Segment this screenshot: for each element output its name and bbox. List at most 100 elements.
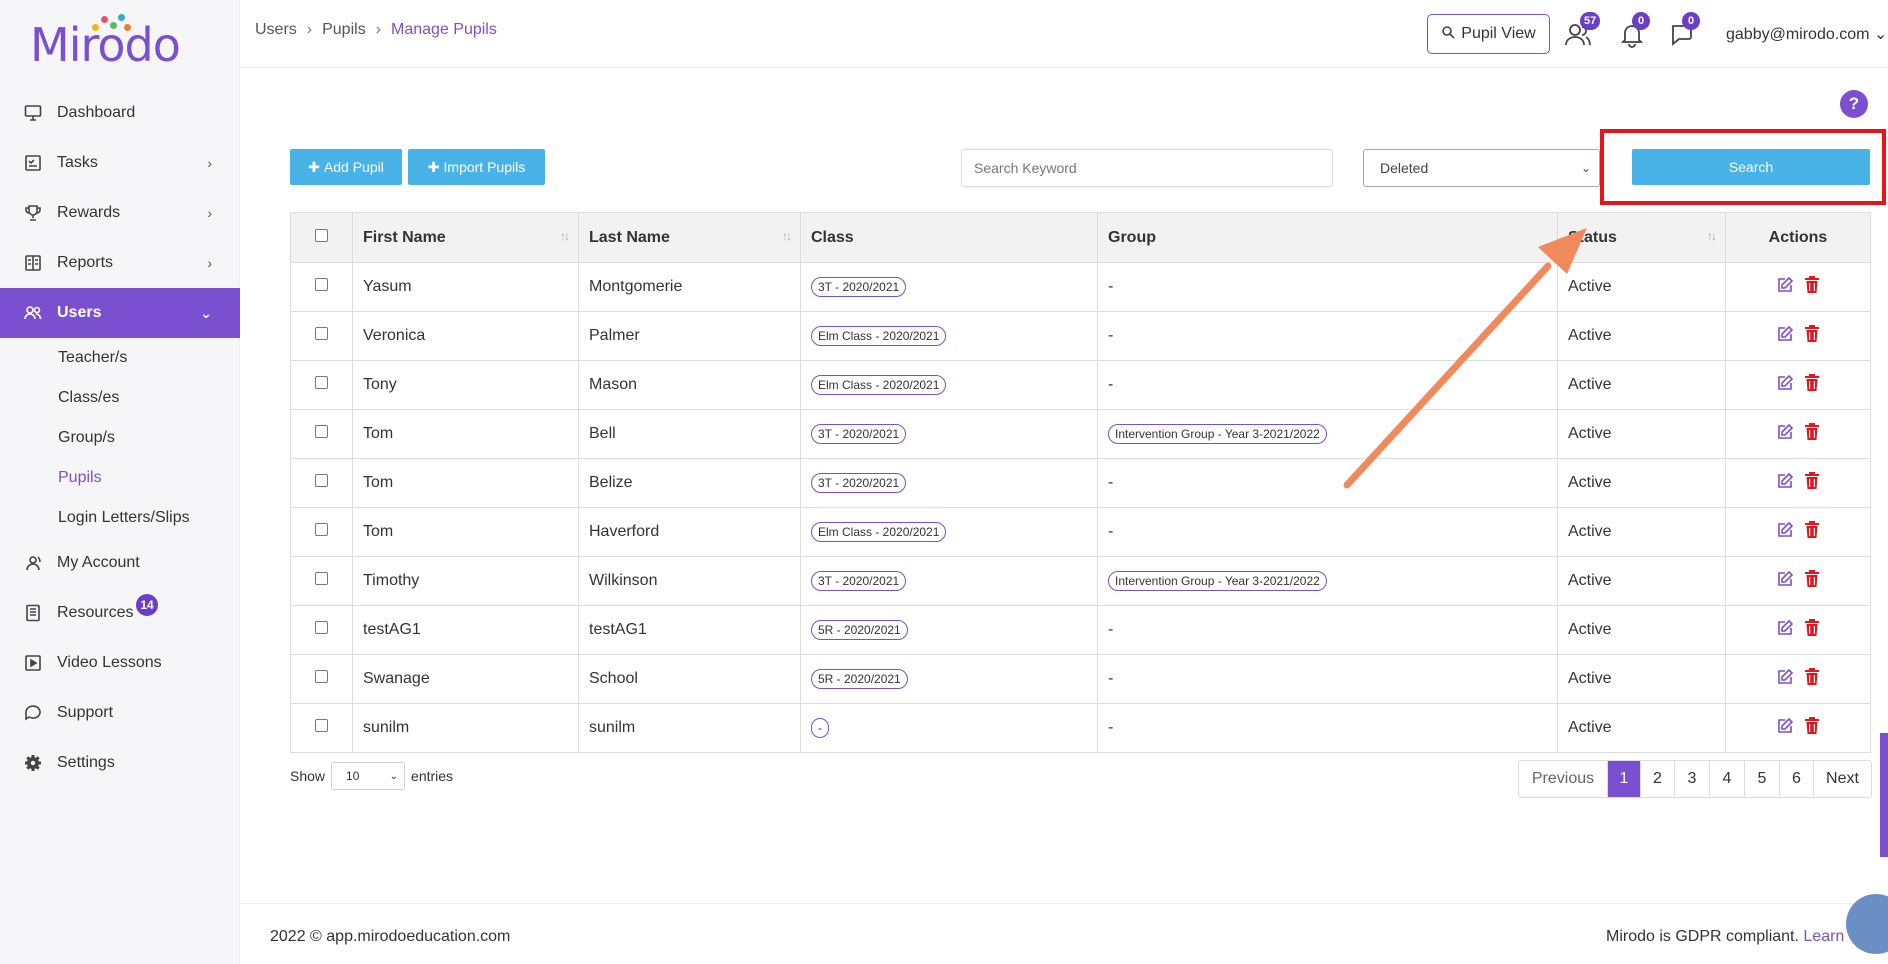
annotation-highlight-box — [1600, 129, 1886, 205]
bell-icon[interactable]: 0 — [1618, 12, 1650, 48]
sidebar-item-rewards[interactable]: Rewards › — [0, 188, 240, 238]
entries-select[interactable]: 10 ⌄ — [331, 762, 406, 790]
sidebar-item-resources[interactable]: Resources 14 — [0, 588, 240, 638]
table-row: Tom Bell 3T - 2020/2021 Intervention Group … — [290, 409, 1871, 459]
sidebar-item-label: Tasks — [57, 154, 98, 171]
delete-icon[interactable] — [1804, 667, 1820, 691]
pagination-next[interactable]: Next — [1813, 761, 1871, 797]
logo[interactable]: Mirodo — [30, 12, 181, 72]
edit-icon[interactable] — [1776, 570, 1794, 593]
row-checkbox[interactable] — [315, 719, 328, 732]
sidebar-nav: Dashboard Tasks › Rewards › Reports › Us… — [0, 88, 240, 788]
group-cell: - — [1097, 458, 1558, 508]
message-icon[interactable]: 0 — [1668, 12, 1700, 48]
search-input[interactable] — [961, 149, 1333, 187]
select-all-checkbox[interactable] — [315, 228, 328, 242]
sidebar-item-support[interactable]: Support — [0, 688, 240, 738]
status-filter-value: Deleted — [1380, 160, 1429, 176]
edit-icon[interactable] — [1776, 717, 1794, 740]
table-row: Tom Belize 3T - 2020/2021 - Active — [290, 458, 1871, 508]
column-group: Group — [1097, 212, 1558, 263]
sidebar-item-users[interactable]: Users ⌄ — [0, 288, 240, 338]
footer-learn-link[interactable]: Learn — [1803, 928, 1844, 945]
class-cell: 5R - 2020/2021 — [800, 605, 1098, 655]
sidebar-item-reports[interactable]: Reports › — [0, 238, 240, 288]
logo-dots — [92, 14, 132, 34]
sidebar-item-tasks[interactable]: Tasks › — [0, 138, 240, 188]
edit-icon[interactable] — [1776, 521, 1794, 544]
class-cell: 3T - 2020/2021 — [800, 409, 1098, 459]
sidebar-sub-item-classes[interactable]: Class/es — [0, 378, 240, 418]
pupil-view-button[interactable]: Pupil View — [1427, 14, 1550, 54]
monitor-icon — [24, 104, 42, 122]
row-checkbox[interactable] — [315, 327, 328, 340]
delete-icon[interactable] — [1804, 716, 1820, 740]
first-name-cell: Yasum — [352, 262, 579, 312]
table-row: Tom Haverford Elm Class - 2020/2021 - Active — [290, 507, 1871, 557]
row-checkbox[interactable] — [315, 278, 328, 291]
status-filter-select[interactable]: Deleted ⌄ — [1363, 149, 1600, 187]
sidebar-sub-item-groups[interactable]: Group/s — [0, 418, 240, 458]
row-checkbox[interactable] — [315, 621, 328, 634]
side-feedback-tab[interactable] — [1880, 733, 1888, 857]
delete-icon[interactable] — [1804, 471, 1820, 495]
sidebar-sub-item-pupils[interactable]: Pupils — [0, 458, 240, 498]
pagination-previous[interactable]: Previous — [1519, 761, 1607, 797]
delete-icon[interactable] — [1804, 422, 1820, 446]
edit-icon[interactable] — [1776, 619, 1794, 642]
sidebar-item-my-account[interactable]: My Account — [0, 538, 240, 588]
entries-length-control: Show 10 ⌄ entries — [290, 762, 453, 790]
pagination-page-6[interactable]: 6 — [1779, 761, 1813, 797]
pagination-page-5[interactable]: 5 — [1744, 761, 1779, 797]
pagination-page-2[interactable]: 2 — [1640, 761, 1674, 797]
column-status[interactable]: Status ↑↓ — [1557, 212, 1726, 263]
sidebar-item-dashboard[interactable]: Dashboard — [0, 88, 240, 138]
breadcrumb-users[interactable]: Users — [255, 21, 297, 39]
users-icon[interactable]: 57 — [1564, 12, 1601, 48]
class-cell: 3T - 2020/2021 — [800, 458, 1098, 508]
edit-icon[interactable] — [1776, 472, 1794, 495]
delete-icon[interactable] — [1804, 520, 1820, 544]
edit-icon[interactable] — [1776, 325, 1794, 348]
sidebar-sub-item-login-letters[interactable]: Login Letters/Slips — [0, 498, 240, 538]
row-checkbox[interactable] — [315, 572, 328, 585]
group-value: - — [1108, 327, 1114, 344]
row-checkbox[interactable] — [315, 670, 328, 683]
column-first-name[interactable]: First Name ↑↓ — [352, 212, 579, 263]
class-pill: 3T - 2020/2021 — [811, 473, 907, 493]
user-menu[interactable]: gabby@mirodo.com ⌄ — [1726, 24, 1887, 44]
search-person-icon — [1441, 25, 1455, 44]
breadcrumb-pupils[interactable]: Pupils — [322, 21, 366, 39]
chevron-right-icon: › — [207, 255, 212, 271]
column-last-name[interactable]: Last Name ↑↓ — [578, 212, 801, 263]
column-last-name-label: Last Name — [589, 228, 670, 246]
sidebar-item-video-lessons[interactable]: Video Lessons — [0, 638, 240, 688]
edit-icon[interactable] — [1776, 374, 1794, 397]
import-pupils-button[interactable]: ✚ Import Pupils — [408, 149, 545, 185]
sidebar-sub-item-teachers[interactable]: Teacher/s — [0, 338, 240, 378]
add-pupil-button[interactable]: ✚ Add Pupil — [290, 149, 402, 185]
row-checkbox[interactable] — [315, 474, 328, 487]
group-value: - — [1108, 376, 1114, 393]
group-cell: - — [1097, 360, 1558, 410]
group-cell: - — [1097, 507, 1558, 557]
row-checkbox[interactable] — [315, 425, 328, 438]
pagination-page-3[interactable]: 3 — [1674, 761, 1709, 797]
delete-icon[interactable] — [1804, 324, 1820, 348]
pagination-page-4[interactable]: 4 — [1709, 761, 1744, 797]
edit-icon[interactable] — [1776, 423, 1794, 446]
first-name-cell: Timothy — [352, 556, 579, 606]
delete-icon[interactable] — [1804, 618, 1820, 642]
edit-icon[interactable] — [1776, 276, 1794, 299]
delete-icon[interactable] — [1804, 569, 1820, 593]
delete-icon[interactable] — [1804, 275, 1820, 299]
edit-icon[interactable] — [1776, 668, 1794, 691]
help-button[interactable]: ? — [1840, 90, 1868, 118]
pagination-page-1[interactable]: 1 — [1607, 761, 1640, 797]
breadcrumb: Users › Pupils › Manage Pupils — [255, 21, 497, 39]
row-checkbox[interactable] — [315, 376, 328, 389]
row-checkbox[interactable] — [315, 523, 328, 536]
delete-icon[interactable] — [1804, 373, 1820, 397]
sort-icon: ↑↓ — [782, 229, 792, 243]
sidebar-item-settings[interactable]: Settings — [0, 738, 240, 788]
